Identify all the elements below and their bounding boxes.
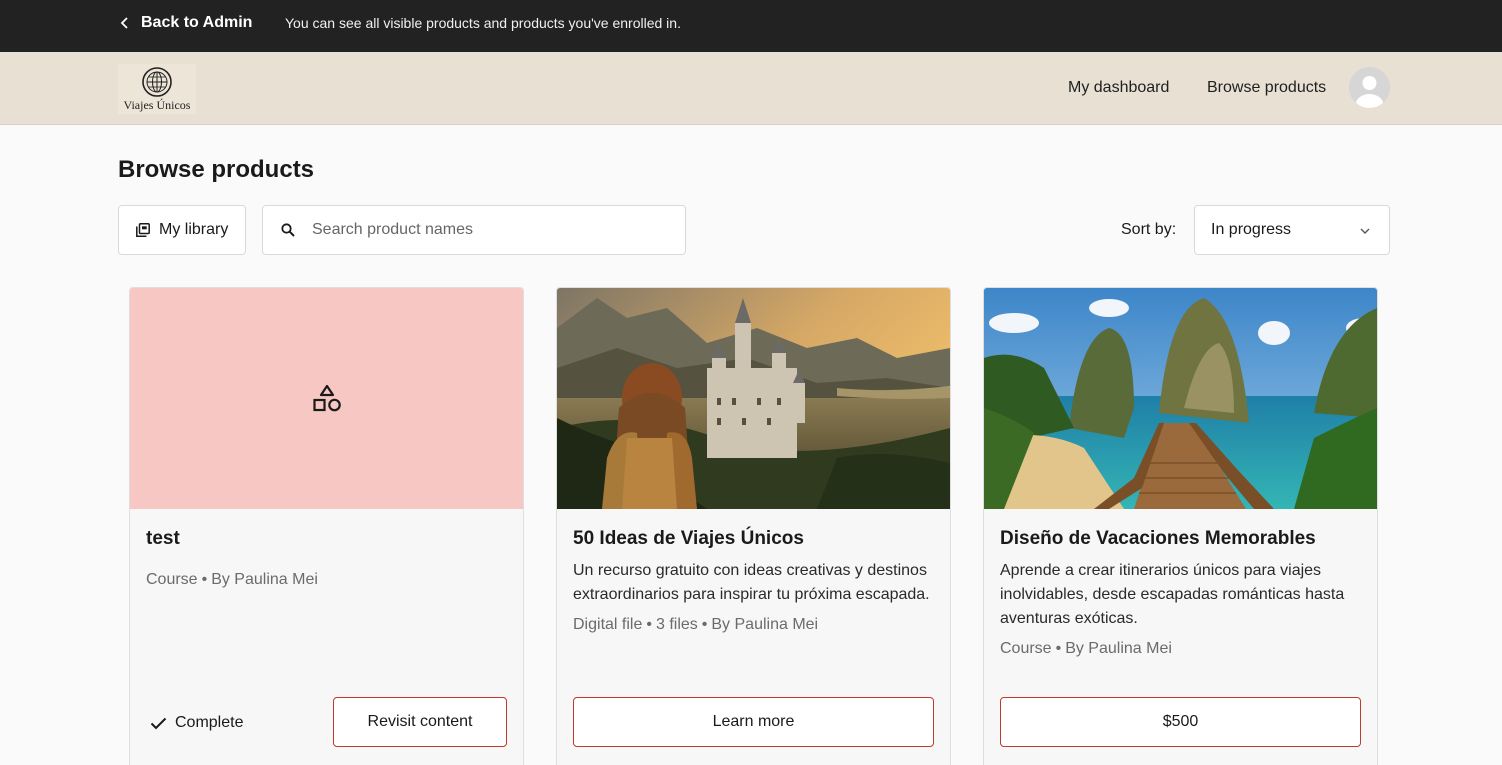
site-header: Viajes Únicos My dashboard Browse produc… [0,52,1502,125]
admin-note: You can see all visible products and pro… [285,15,681,31]
chevron-down-icon [1360,228,1370,234]
complete-label: Complete [175,714,244,731]
product-title: Diseño de Vacaciones Memorables [1000,528,1316,549]
product-card[interactable]: test Course • By Paulina Mei Complete Revi… [129,287,524,765]
avatar[interactable] [1349,67,1390,108]
sort-value: In progress [1211,221,1292,238]
search-icon [281,223,295,237]
product-author: By Paulina Mei [1065,640,1172,657]
user-avatar-icon [1349,67,1390,108]
meta-separator: • [1055,640,1062,657]
back-to-admin-link[interactable]: Back to Admin [119,0,252,46]
search-input[interactable] [263,206,685,254]
product-description: Un recurso gratuito con ideas creativas … [573,562,930,603]
tropical-beach-image [984,288,1377,509]
search-box [262,205,686,255]
admin-bar: Back to Admin You can see all visible pr… [0,0,1502,52]
product-author: By Paulina Mei [711,616,819,633]
product-type: Digital file [573,616,643,633]
product-files: 3 files [655,616,698,633]
page-title: Browse products [118,156,315,183]
shapes-icon [312,384,341,411]
meta-separator: • [646,616,652,633]
back-to-admin-label: Back to Admin [141,14,253,31]
castle-landscape-image [557,288,950,509]
product-type: Course [146,571,198,588]
product-meta: Course • By Paulina Mei [1000,637,1361,661]
product-thumbnail-castle [557,288,950,509]
product-thumbnail-placeholder [130,288,523,509]
logo[interactable]: Viajes Únicos [118,64,196,114]
product-meta: Course • By Paulina Mei [146,568,507,592]
my-library-label: My library [159,221,229,238]
revisit-content-button[interactable]: Revisit content [333,697,507,747]
checkmark-icon [150,717,167,729]
product-author: By Paulina Mei [211,571,318,588]
sort-select[interactable]: In progress [1194,205,1390,255]
product-meta: Digital file • 3 files • By Paulina Mei [573,613,934,637]
product-thumbnail-beach [984,288,1377,509]
nav-my-dashboard[interactable]: My dashboard [1068,52,1169,124]
product-card[interactable]: Diseño de Vacaciones Memorables Aprende … [983,287,1378,765]
meta-separator: • [201,571,208,588]
learn-more-button[interactable]: Learn more [573,697,934,747]
complete-status: Complete [150,708,243,738]
product-card[interactable]: 50 Ideas de Viajes Únicos Un recurso gra… [556,287,951,765]
product-title: test [146,528,180,549]
my-library-button[interactable]: My library [118,205,246,255]
meta-separator: • [701,616,708,633]
chevron-left-icon [120,17,128,29]
product-description: Aprende a crear itinerarios únicos para … [1000,562,1345,627]
sort-label: Sort by: [1121,221,1177,238]
logo-text: Viajes Únicos [123,98,191,112]
price-button[interactable]: $500 [1000,697,1361,747]
product-type: Course [1000,640,1052,657]
product-title: 50 Ideas de Viajes Únicos [573,528,804,549]
nav-browse-products[interactable]: Browse products [1207,52,1326,124]
globe-logo-icon [142,67,172,97]
library-icon [136,223,150,237]
